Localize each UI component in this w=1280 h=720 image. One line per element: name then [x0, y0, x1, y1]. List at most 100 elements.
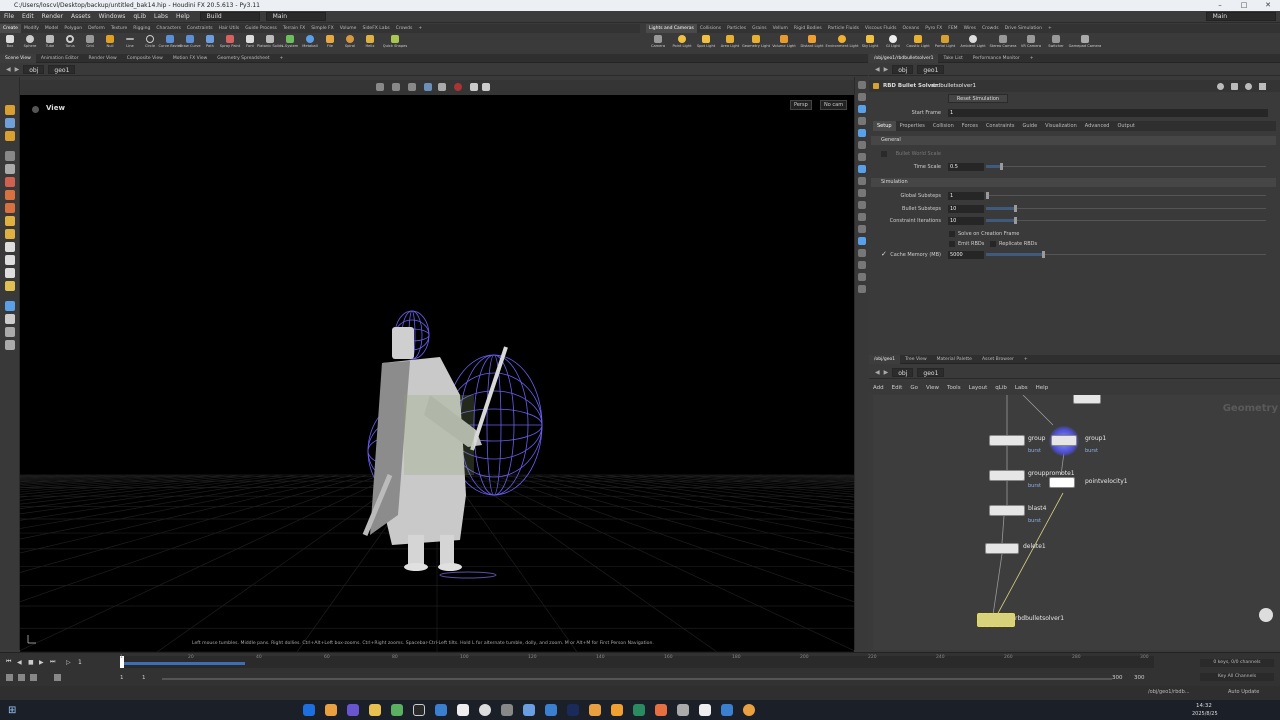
lighting-icon[interactable] — [858, 225, 866, 233]
tool-geometry-light[interactable]: Geometry Light — [742, 33, 770, 54]
rotate-icon[interactable] — [5, 255, 15, 265]
scale-icon[interactable] — [5, 268, 15, 278]
app-icon[interactable] — [523, 704, 536, 716]
constraint-iterations-slider[interactable] — [986, 217, 1266, 224]
add-shelf-tab-icon[interactable]: + — [1045, 24, 1055, 33]
view-menu-icon[interactable] — [32, 106, 39, 113]
current-frame-field[interactable]: 1 — [78, 659, 82, 666]
step-icon[interactable]: ▷ — [66, 659, 74, 666]
display-options-icon[interactable] — [858, 81, 866, 89]
shelf-tab[interactable]: Drive Simulation — [1002, 24, 1045, 33]
tool-metaball[interactable]: Metaball — [300, 33, 320, 54]
path-root[interactable]: obj — [892, 65, 914, 74]
tool-torus[interactable]: Torus — [60, 33, 80, 54]
tool-volume-light[interactable]: Volume Light — [770, 33, 798, 54]
maximize-icon[interactable]: □ — [1232, 0, 1256, 11]
node-name-field[interactable]: rbdbulletsolver1 — [931, 80, 976, 92]
tool-portal-light[interactable]: Portal Light — [932, 33, 958, 54]
tab-visualization[interactable]: Visualization — [1041, 121, 1081, 131]
lock-icon[interactable] — [5, 164, 15, 174]
key-all-channels-button[interactable]: Key All Channels — [1200, 673, 1274, 681]
cache-memory-slider-handle[interactable] — [1042, 251, 1045, 258]
desk-dropdown[interactable]: Main — [265, 12, 326, 21]
handle-tool-icon[interactable] — [5, 131, 15, 141]
constraint-iterations-slider-handle[interactable] — [1014, 217, 1017, 224]
back-icon[interactable]: ◀ — [875, 66, 880, 73]
tab-tree-view[interactable]: Tree View — [900, 355, 932, 364]
wireframe-icon[interactable] — [858, 117, 866, 125]
tool-quick-shapes[interactable]: Quick Shapes — [380, 33, 410, 54]
app-icon[interactable] — [589, 704, 602, 716]
tool-helix[interactable]: Helix — [360, 33, 380, 54]
forward-icon[interactable]: ▶ — [884, 369, 889, 376]
shelf-tab[interactable]: Volume — [337, 24, 360, 33]
tool-sphere[interactable]: Sphere — [20, 33, 40, 54]
app-icon[interactable] — [391, 704, 404, 716]
tool-ambient-light[interactable]: Ambient Light — [958, 33, 988, 54]
net-menu-labs[interactable]: Labs — [1011, 385, 1032, 391]
app-icon[interactable] — [721, 704, 734, 716]
tool-draw-curve[interactable]: Draw Curve — [179, 33, 201, 54]
snap-prim-icon[interactable] — [408, 83, 416, 91]
bullet-substeps-slider-handle[interactable] — [1014, 205, 1017, 212]
shelf-tab[interactable]: Collisions — [697, 24, 724, 33]
global-substeps-slider[interactable] — [986, 192, 1266, 199]
tool-vr-camera[interactable]: VR Camera — [1018, 33, 1044, 54]
app-icon[interactable] — [479, 704, 492, 716]
shelf-tab[interactable]: Deform — [85, 24, 108, 33]
range-start2[interactable]: 1 — [142, 675, 146, 681]
node-delete1[interactable] — [985, 543, 1019, 554]
brush-icon[interactable] — [5, 216, 15, 226]
tab-take-list[interactable]: Take List — [938, 54, 967, 63]
magnet-icon[interactable] — [5, 190, 15, 200]
uv-icon[interactable] — [858, 201, 866, 209]
node-group1[interactable] — [1051, 435, 1077, 446]
app-icon[interactable] — [501, 704, 514, 716]
camera-menu[interactable]: No cam — [820, 100, 848, 110]
notion-icon[interactable] — [457, 704, 470, 716]
selected-display-icon[interactable] — [858, 165, 866, 173]
shelf-tab[interactable]: Polygon — [61, 24, 85, 33]
node-grouppromote1[interactable] — [989, 470, 1025, 481]
tool-area-light[interactable]: Area Light — [718, 33, 742, 54]
tool-lsystem[interactable]: L-System — [280, 33, 300, 54]
start-icon[interactable]: ⊞ — [8, 705, 16, 716]
menu-qlib[interactable]: qLib — [129, 11, 150, 23]
shelf-tab[interactable]: Guide Process — [242, 24, 280, 33]
node-group[interactable] — [989, 435, 1025, 446]
minimize-icon[interactable]: – — [1208, 0, 1232, 11]
global-substeps-field[interactable]: 1 — [948, 192, 984, 200]
tool-camera[interactable]: Camera — [646, 33, 670, 54]
shelf-tab[interactable]: Terrain FX — [280, 24, 308, 33]
shelf-tab[interactable]: Viscous Fluids — [862, 24, 900, 33]
bullet-world-scale-checkbox[interactable] — [881, 151, 887, 157]
menu-assets[interactable]: Assets — [67, 11, 95, 23]
shelf-tab[interactable]: Oceans — [900, 24, 923, 33]
back-icon[interactable]: ◀ — [875, 369, 880, 376]
tab-performance-monitor[interactable]: Performance Monitor — [968, 54, 1025, 63]
tool-box[interactable]: Box — [0, 33, 20, 54]
tool-grid[interactable]: Grid — [80, 33, 100, 54]
net-menu-qlib[interactable]: qLib — [991, 385, 1011, 391]
houdini-alt-icon[interactable] — [655, 704, 668, 716]
tool-line[interactable]: Line — [120, 33, 140, 54]
time-scale-slider-handle[interactable] — [1000, 163, 1003, 170]
back-icon[interactable]: ◀ — [6, 66, 11, 73]
shelf-tab[interactable]: SideFX Labs — [359, 24, 392, 33]
app-icon[interactable] — [677, 704, 690, 716]
bounding-box-icon[interactable] — [858, 189, 866, 197]
audio-icon[interactable] — [54, 674, 61, 681]
shelf-tab[interactable]: Grains — [749, 24, 770, 33]
node-partial-top[interactable] — [1073, 395, 1101, 404]
app-icon[interactable] — [435, 704, 448, 716]
visibility-icon[interactable] — [858, 105, 866, 113]
menu-labs[interactable]: Labs — [150, 11, 172, 23]
emit-rbds-checkbox[interactable] — [949, 241, 955, 247]
ghost-icon[interactable] — [858, 93, 866, 101]
network-editor[interactable]: group burst group1 burst grouppromote1 b… — [873, 395, 1280, 650]
eye-icon[interactable] — [5, 327, 15, 337]
point-display-icon[interactable] — [858, 141, 866, 149]
shelf-tab[interactable]: Characters — [153, 24, 184, 33]
tab-material-palette[interactable]: Material Palette — [932, 355, 977, 364]
bullet-substeps-slider[interactable] — [986, 205, 1266, 212]
